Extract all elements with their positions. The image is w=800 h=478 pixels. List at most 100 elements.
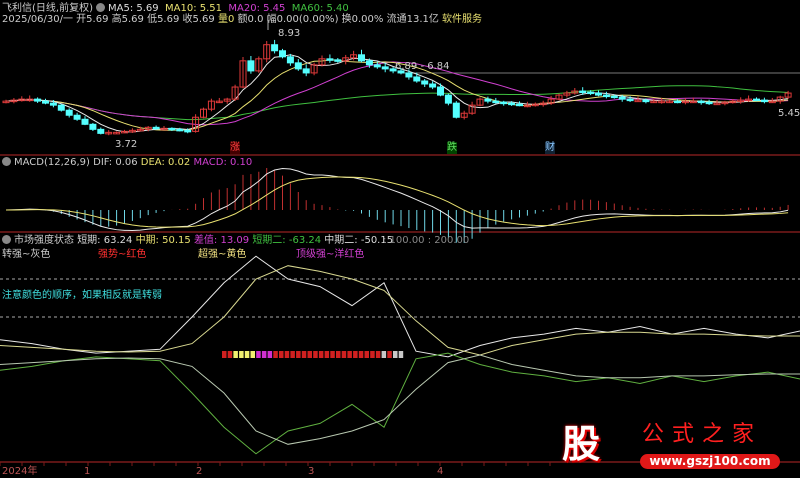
candle-body: [626, 98, 634, 102]
candle-body: [760, 99, 768, 103]
state-block-red: [358, 351, 364, 358]
candle-body: [286, 56, 294, 64]
candle-body: [429, 83, 437, 88]
volume-info: 量0: [217, 14, 235, 25]
state-block-red: [279, 351, 284, 358]
state-block-red: [307, 351, 312, 358]
state-block-red: [330, 351, 335, 358]
state-block-red: [341, 351, 347, 358]
candle-body: [595, 92, 602, 96]
axis-month-1: 1: [84, 466, 91, 477]
macd-dea-line: [5, 176, 789, 228]
candle-body: [279, 50, 286, 58]
candle-body: [618, 96, 626, 100]
marker-cai[interactable]: 财: [545, 142, 555, 154]
strength-levels: : 100.00 : 200.00: [383, 235, 470, 246]
state-block-red: [375, 351, 381, 358]
state-block-yellow: [250, 351, 255, 358]
watermark-url: www.gszj100.com: [640, 454, 780, 469]
candle-body: [444, 94, 452, 104]
watermark-logo: 股 公式之家 www.gszj100.com: [560, 420, 790, 472]
state-block-red: [353, 351, 358, 358]
candle-body: [610, 95, 618, 99]
candle-body: [500, 101, 508, 105]
macd-name: MACD(12,26,9): [14, 157, 90, 168]
legend-red: 强势~红色: [98, 249, 147, 260]
candle-body: [294, 62, 302, 70]
candle-body: [602, 94, 610, 98]
state-block-yellow: [233, 351, 238, 358]
state-block-red: [222, 351, 227, 358]
candle-body: [484, 98, 492, 102]
candle-body: [168, 127, 176, 131]
candle-body: [65, 109, 73, 116]
ma20-label: MA20: 5.45: [228, 3, 286, 14]
strength-mid: 中期: 50.15: [135, 235, 191, 246]
candle-body: [97, 128, 105, 134]
candle-body: [326, 58, 334, 61]
state-block-red: [318, 351, 324, 358]
strength-settings-icon[interactable]: [2, 235, 11, 244]
range-label: 6.89 - 6.84: [395, 61, 450, 72]
candle-body: [452, 102, 460, 118]
state-block-red: [387, 351, 392, 358]
candle-body: [579, 90, 587, 94]
ma10-label: MA10: 5.51: [165, 3, 223, 14]
candle-body: [176, 128, 184, 132]
state-block-red: [290, 351, 295, 358]
stock-name: 飞利信(日线,前复权): [2, 3, 93, 14]
candle-body: [405, 72, 413, 78]
macd-dif: DIF: 0.06: [93, 157, 138, 168]
strength-short2: 短期二: -63.24: [252, 235, 322, 246]
macd-settings-icon[interactable]: [2, 157, 11, 166]
candle-body: [587, 91, 595, 95]
candle-body: [271, 44, 279, 52]
strength-short: 短期: 63.24: [77, 235, 133, 246]
state-block-red: [273, 351, 278, 358]
state-block-gray: [398, 351, 404, 358]
candle-body: [697, 100, 705, 104]
axis-month-4: 4: [437, 466, 444, 477]
state-block-red: [227, 351, 233, 358]
macd-dif-line: [5, 168, 789, 231]
candle-body: [81, 118, 89, 125]
candle-body: [358, 54, 365, 62]
state-block-red: [347, 351, 352, 358]
strength-name: 市场强度状态: [14, 235, 74, 246]
state-block-yellow: [244, 351, 250, 358]
marker-zhang[interactable]: 涨: [230, 142, 240, 154]
ma60-label: MA60: 5.40: [291, 3, 349, 14]
candle-body: [57, 104, 65, 111]
state-block-red: [296, 351, 301, 358]
candle-body: [413, 76, 421, 82]
settings-dot-icon[interactable]: [95, 3, 105, 12]
candle-body: [247, 60, 255, 72]
legend-magenta: 顶级强~洋红色: [296, 249, 365, 260]
state-block-red: [284, 351, 290, 358]
state-block-red: [370, 351, 375, 358]
sector-label[interactable]: 软件服务: [442, 14, 482, 25]
legend-yellow: 超强~黄色: [198, 249, 247, 260]
state-block-magenta: [256, 351, 261, 358]
candle-body: [508, 102, 516, 106]
high-price-label: 8.93: [278, 28, 301, 39]
ohlc-info: 2025/06/30/一 开5.69 高5.69 低5.69 收5.69: [2, 14, 215, 25]
state-block-gray: [393, 351, 398, 358]
low-price-label: 3.72: [115, 139, 138, 150]
candle-body: [34, 98, 42, 102]
state-block-red: [301, 351, 307, 358]
candle-body: [674, 100, 681, 104]
candle-body: [705, 101, 713, 105]
candle-body: [73, 114, 81, 120]
axis-month-2: 2: [196, 466, 203, 477]
candle-body: [184, 129, 192, 133]
state-block-red: [336, 351, 341, 358]
state-block-red: [324, 351, 330, 358]
axis-year: 2024年: [2, 466, 38, 477]
marker-die[interactable]: 跌: [447, 142, 457, 154]
strength-diff: 差值: 13.09: [193, 235, 250, 246]
candle-body: [381, 66, 389, 70]
state-block-red: [313, 351, 318, 358]
candle-body: [152, 126, 160, 130]
candle-body: [421, 80, 429, 85]
